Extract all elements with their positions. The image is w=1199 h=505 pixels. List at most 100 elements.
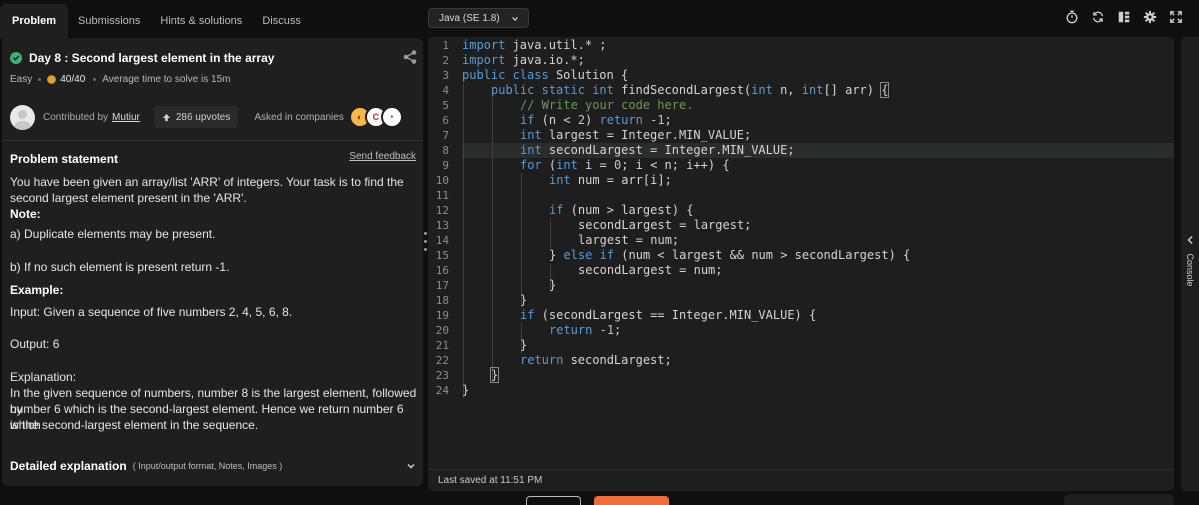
code-line[interactable]: public static int findSecondLargest(int … [491, 82, 890, 98]
code-line[interactable]: for (int i = 0; i < n; i++) { [520, 158, 730, 173]
code-line[interactable]: import java.io.*; [462, 53, 585, 68]
tab-problem[interactable]: Problem [0, 4, 69, 38]
explanation-heading: Explanation: [10, 370, 77, 384]
fullscreen-icon[interactable] [1169, 10, 1183, 24]
separator-dot [93, 77, 97, 81]
timer-icon[interactable] [1065, 10, 1079, 24]
difficulty-label: Easy [10, 73, 33, 85]
line-number: 4 [442, 84, 449, 97]
contributor-link[interactable]: Mutiur [112, 112, 140, 123]
line-number: 2 [442, 54, 449, 67]
company-logos[interactable]: ◐ C ● [348, 106, 403, 128]
upvote-count: 286 upvotes [175, 111, 231, 123]
line-number: 22 [435, 354, 449, 367]
language-select-value: Java (SE 1.8) [439, 12, 500, 24]
upvote-arrow-icon [162, 113, 170, 121]
code-line[interactable]: public class Solution { [462, 68, 628, 83]
reset-icon[interactable] [1091, 10, 1105, 24]
explanation-line: is the second-largest element in the seq… [10, 418, 259, 432]
code-line[interactable]: } [462, 383, 469, 398]
code-editor[interactable]: 1 2 3 4 5 6 7 8 9 10 11 12 13 14 15 16 17 18 19 20 21 22 23 24 … [428, 37, 1174, 469]
code-line[interactable]: } [520, 338, 527, 353]
statement-line: second largest element present in the 'A… [10, 191, 247, 205]
detailed-explanation-toggle[interactable]: Detailed explanation ( Input/output form… [10, 459, 418, 473]
line-number: 9 [442, 159, 449, 172]
submit-button[interactable] [594, 496, 669, 505]
code-line[interactable]: largest = num; [578, 233, 679, 248]
avatar [10, 104, 35, 130]
code-line[interactable]: secondLargest = num; [578, 263, 723, 278]
code-line[interactable]: if (num > largest) { [549, 203, 694, 218]
problem-statement-text: You have been given an array/list 'ARR' … [10, 174, 418, 222]
code-line[interactable]: secondLargest = largest; [578, 218, 751, 233]
run-button[interactable] [526, 496, 581, 505]
line-number: 17 [435, 279, 449, 292]
indent-guide [463, 83, 464, 398]
example-output: Output: 6 [10, 337, 60, 351]
console-label: Console [1185, 253, 1195, 287]
editor-toolbar-icons [1065, 10, 1183, 24]
coin-icon [47, 74, 57, 84]
detailed-explanation-heading: Detailed explanation [10, 459, 127, 473]
tab-submissions[interactable]: Submissions [68, 6, 150, 36]
layout-icon[interactable] [1117, 10, 1131, 24]
asked-in-label: Asked in companies [254, 111, 344, 123]
divider [2, 140, 423, 141]
problem-statement-heading: Problem statement [10, 152, 119, 166]
code-line[interactable]: return -1; [549, 323, 621, 338]
line-number: 23 [435, 369, 449, 382]
note-heading: Note: [10, 207, 41, 221]
average-time: Average time to solve is 15m [102, 73, 231, 85]
example-heading: Example: [10, 283, 64, 297]
code-line[interactable]: } else if (num < largest && num > second… [549, 248, 910, 263]
line-number: 18 [435, 294, 449, 307]
code-line[interactable]: } [520, 293, 527, 308]
company-logo: ● [380, 106, 403, 128]
bottom-action-tab[interactable] [1064, 494, 1174, 505]
example-input: Input: Given a sequence of five numbers … [10, 305, 293, 319]
check-circle-icon [10, 52, 22, 64]
note-b: b) If no such element is present return … [10, 260, 230, 274]
code-line[interactable]: int secondLargest = Integer.MIN_VALUE; [520, 143, 795, 158]
problem-title-row: Day 8 : Second largest element in the ar… [10, 48, 418, 68]
problem-panel: Problem Submissions Hints & solutions Di… [0, 0, 423, 505]
language-select[interactable]: Java (SE 1.8) [428, 8, 529, 28]
line-number-gutter: 1 2 3 4 5 6 7 8 9 10 11 12 13 14 15 16 17 18 19 20 21 22 23 24 [428, 37, 460, 469]
tab-hints-solutions[interactable]: Hints & solutions [150, 6, 252, 36]
send-feedback-link[interactable]: Send feedback [349, 151, 416, 162]
line-number: 14 [435, 234, 449, 247]
code-line[interactable]: import java.util.* ; [462, 38, 607, 53]
score-value: 40/40 [60, 73, 86, 85]
code-line[interactable]: if (n < 2) return -1; [520, 113, 672, 128]
tab-discuss[interactable]: Discuss [252, 6, 311, 36]
share-icon[interactable] [402, 49, 418, 65]
line-number: 24 [435, 384, 449, 397]
indent-guide [521, 173, 522, 308]
detailed-explanation-subtitle: ( Input/output format, Notes, Images ) [132, 461, 283, 471]
statement-line: You have been given an array/list 'ARR' … [10, 175, 404, 189]
line-number: 21 [435, 339, 449, 352]
line-number: 1 [442, 39, 449, 52]
code-line[interactable]: } [489, 367, 500, 383]
code-line[interactable]: } [549, 278, 556, 293]
line-number: 10 [435, 174, 449, 187]
problem-tabs: Problem Submissions Hints & solutions Di… [0, 0, 423, 38]
line-number: 11 [435, 189, 449, 202]
line-number: 3 [442, 69, 449, 82]
problem-card: Day 8 : Second largest element in the ar… [2, 38, 423, 486]
code-line[interactable]: // Write your code here. [520, 98, 693, 113]
problem-title: Day 8 : Second largest element in the ar… [29, 51, 275, 65]
code-line[interactable]: int num = arr[i]; [549, 173, 672, 188]
settings-icon[interactable] [1143, 10, 1157, 24]
console-panel-toggle[interactable]: Console [1181, 37, 1199, 491]
code-line[interactable]: if (secondLargest == Integer.MIN_VALUE) … [520, 308, 816, 323]
line-number: 13 [435, 219, 449, 232]
upvote-button[interactable]: 286 upvotes [153, 106, 239, 128]
chevron-down-icon [512, 17, 518, 22]
editor-footer: Last saved at 11:51 PM [428, 469, 1174, 491]
code-line[interactable]: int largest = Integer.MIN_VALUE; [520, 128, 751, 143]
line-number: 5 [442, 99, 449, 112]
code-area[interactable]: import java.util.* ; import java.io.*; pub… [462, 37, 1174, 469]
code-line[interactable]: return secondLargest; [520, 353, 672, 368]
separator-dot [38, 77, 42, 81]
